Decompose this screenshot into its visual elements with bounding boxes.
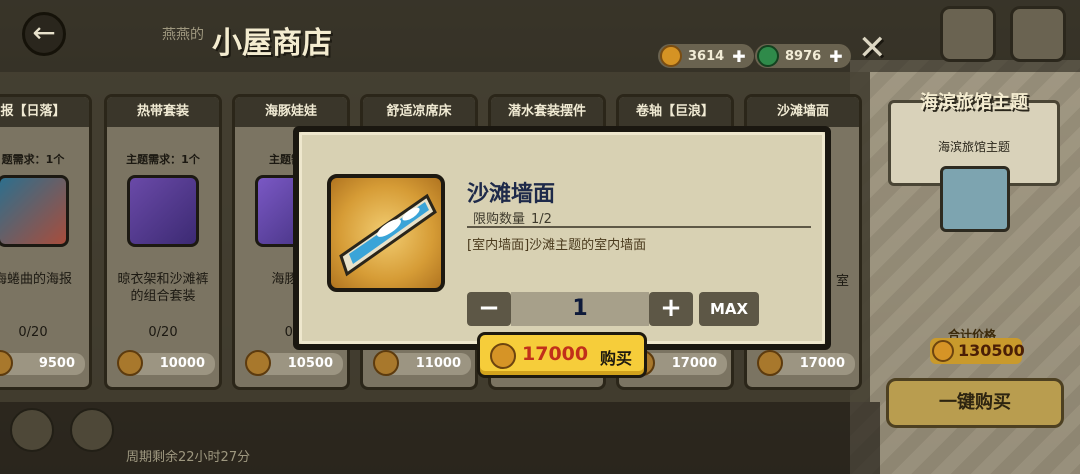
add-gems-icon[interactable]: ✚ (829, 47, 842, 66)
card-name: 热带套装 (107, 97, 219, 127)
card-price: 17000 (629, 350, 727, 376)
purchase-limit: 限购数量 1/2 (473, 212, 552, 227)
theme-subtitle: 海滨旅馆主题 (937, 140, 1010, 154)
card-description: 海蜷曲的海报 (0, 272, 72, 287)
item-preview (327, 174, 445, 292)
total-price: 130500 (930, 338, 1025, 364)
coin-amount: 3614 (688, 48, 725, 64)
card-limit: 0/20 (18, 325, 48, 340)
gem-counter[interactable]: 8976 ✚ (755, 44, 851, 68)
friends-icon[interactable] (70, 408, 114, 452)
quantity-increase-button[interactable]: + (649, 292, 693, 326)
card-price: 10000 (117, 350, 215, 376)
buy-price: 17000 (522, 343, 589, 365)
theme-preview-image (940, 166, 1010, 232)
gem-icon (757, 45, 779, 67)
close-button[interactable]: ✕ (858, 28, 887, 68)
beach-wall-icon (339, 193, 437, 277)
coin-icon (373, 350, 399, 376)
chat-icon[interactable] (10, 408, 54, 452)
buy-label: 购买 (600, 349, 633, 368)
coin-icon (660, 45, 682, 67)
clothes-rack-icon (127, 175, 199, 247)
house-corner-icon[interactable] (1010, 6, 1066, 62)
background-tag: 燕燕的 (162, 27, 204, 43)
purchase-dialog: 沙滩墙面 限购数量 1/2 [室内墙面]沙滩主题的室内墙面 − 1 + MAX (293, 126, 831, 350)
quantity-max-button[interactable]: MAX (699, 292, 759, 326)
shop-card[interactable]: 报【日落】 题需求：1个 海蜷曲的海报 0/20 9500 (0, 94, 92, 390)
timer-text: 周期剩余22小时27分 (126, 450, 251, 465)
card-price: 11000 (373, 350, 471, 376)
coin-icon (0, 350, 13, 376)
back-button[interactable]: ← (22, 12, 66, 56)
shop-card[interactable]: 热带套装 主题需求：1个 晾衣架和沙滩裤的组合套装 0/20 10000 (104, 94, 222, 390)
card-price: 17000 (757, 350, 855, 376)
theme-title: 海滨旅馆主题 (920, 92, 1028, 113)
page-title: 小屋商店 (212, 26, 332, 61)
card-name: 海豚娃娃 (235, 97, 347, 127)
theme-corner-icon[interactable] (940, 6, 996, 62)
quantity-decrease-button[interactable]: − (467, 292, 511, 326)
card-requirement: 主题需求：1个 (126, 153, 200, 166)
card-name: 舒适凉席床 (363, 97, 475, 127)
coin-icon (932, 340, 954, 362)
card-name: 潜水套装摆件 (491, 97, 603, 127)
card-name: 卷轴【巨浪】 (619, 97, 731, 127)
coin-counter[interactable]: 3614 ✚ (658, 44, 754, 68)
coin-icon (117, 350, 143, 376)
buy-button[interactable]: 17000 购买 (477, 332, 647, 378)
card-description: 晾衣架和沙滩裤的组合套装 (117, 272, 209, 304)
card-price: 10500 (245, 350, 343, 376)
coin-icon (490, 343, 516, 369)
divider (467, 226, 811, 228)
card-price: 9500 (0, 350, 85, 376)
card-limit: 0/20 (148, 325, 178, 340)
gem-amount: 8976 (785, 48, 822, 64)
card-name: 报【日落】 (0, 97, 89, 127)
quantity-value[interactable]: 1 (511, 292, 649, 326)
item-description: [室内墙面]沙滩主题的室内墙面 (467, 238, 647, 253)
card-requirement: 题需求：1个 (1, 153, 65, 166)
buy-all-button[interactable]: 一键购买 (886, 378, 1064, 428)
add-coins-icon[interactable]: ✚ (732, 47, 745, 66)
coin-icon (757, 350, 783, 376)
coin-icon (245, 350, 271, 376)
item-name: 沙滩墙面 (467, 182, 556, 207)
poster-icon (0, 175, 69, 247)
card-name: 沙滩墙面 (747, 97, 859, 127)
